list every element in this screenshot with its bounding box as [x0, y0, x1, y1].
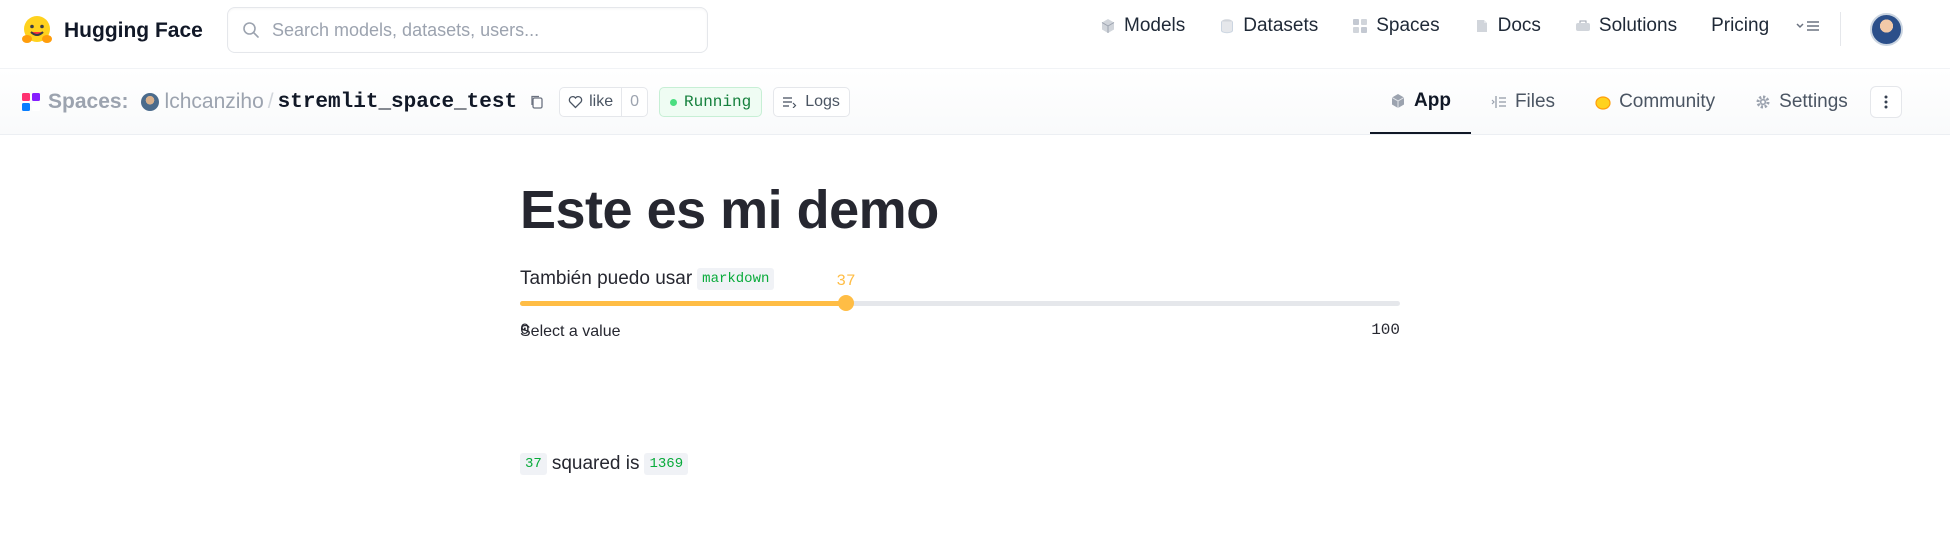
files-icon [1491, 95, 1506, 108]
like-button[interactable]: like 0 [559, 87, 648, 117]
nav-datasets[interactable]: Datasets [1219, 15, 1318, 37]
menu-chevron-list-icon [1796, 21, 1820, 31]
more-options-button[interactable] [1870, 86, 1902, 118]
heart-icon [568, 95, 583, 109]
slider-min-label: 0 [520, 321, 530, 339]
tab-files-label: Files [1514, 90, 1556, 112]
brand-name: Hugging Face [64, 19, 203, 42]
result-line: 37 squared is 1369 [520, 453, 689, 475]
nav-spaces[interactable]: Spaces [1352, 15, 1440, 37]
app-title: Este es mi demo [520, 180, 939, 240]
app-icon [1391, 93, 1405, 108]
owner-link[interactable]: lchcanziho [165, 90, 264, 114]
nav-divider [1840, 12, 1841, 46]
tab-community[interactable]: Community [1575, 69, 1735, 134]
like-label: like [589, 93, 614, 110]
nav-models-label: Models [1124, 15, 1186, 36]
nav-solutions[interactable]: Solutions [1575, 15, 1677, 37]
inline-code-markdown: markdown [697, 268, 775, 290]
logs-icon [783, 97, 797, 108]
tab-community-label: Community [1619, 90, 1716, 112]
vertical-dots-icon [1884, 95, 1888, 109]
brand-link[interactable]: Hugging Face [20, 14, 203, 48]
paragraph-text: También puedo usar [520, 268, 693, 289]
community-icon [1595, 95, 1611, 110]
solutions-icon [1575, 20, 1590, 31]
user-avatar[interactable] [1870, 13, 1903, 46]
slider-value-label: 37 [836, 272, 856, 290]
hugging-face-logo-icon [22, 16, 52, 43]
like-count: 0 [621, 88, 647, 116]
nav-models[interactable]: Models [1100, 15, 1185, 37]
logs-label: Logs [805, 93, 840, 110]
tab-app[interactable]: App [1370, 69, 1471, 134]
docs-icon [1476, 20, 1487, 32]
space-tabs: App Files Community Settings [1370, 69, 1868, 134]
slider-thumb[interactable] [838, 295, 854, 311]
datasets-icon [1221, 19, 1234, 34]
owner-avatar [140, 93, 159, 111]
breadcrumb: Spaces: lchcanziho / stremlit_space_test… [22, 87, 850, 117]
status-text: Running [684, 93, 752, 111]
spaces-icon [1353, 19, 1368, 33]
nav-docs[interactable]: Docs [1474, 15, 1541, 37]
logs-button[interactable]: Logs [773, 87, 850, 117]
slider-label: Select a value [520, 323, 621, 340]
nav-docs-label: Docs [1497, 15, 1541, 36]
slider-fill [520, 301, 846, 306]
top-navbar: Hugging Face Models Datasets Spaces Docs… [0, 0, 1950, 69]
main-nav: Models Datasets Spaces Docs Solutions Pr… [1100, 15, 1821, 37]
repo-name-link[interactable]: stremlit_space_test [278, 91, 517, 114]
search-icon [243, 22, 259, 38]
spaces-logo-icon [22, 93, 40, 111]
nav-solutions-label: Solutions [1598, 15, 1678, 36]
result-input-code: 37 [520, 453, 547, 475]
tab-app-label: App [1414, 89, 1451, 111]
models-icon [1101, 19, 1115, 33]
tab-files[interactable]: Files [1471, 69, 1575, 134]
tab-settings[interactable]: Settings [1735, 69, 1868, 134]
nav-spaces-label: Spaces [1376, 15, 1440, 36]
slider-max-label: 100 [1371, 321, 1400, 339]
search-input[interactable] [272, 19, 692, 41]
result-output-code: 1369 [644, 453, 689, 475]
markdown-paragraph: También puedo usar markdown [520, 268, 775, 290]
spaces-section-label: Spaces: [48, 90, 129, 113]
status-dot-icon [670, 98, 677, 106]
status-badge: Running [659, 87, 763, 117]
nav-datasets-label: Datasets [1243, 15, 1319, 36]
breadcrumb-separator: / [267, 90, 274, 113]
copy-icon[interactable] [529, 94, 545, 110]
tab-settings-label: Settings [1779, 90, 1848, 112]
nav-pricing-label: Pricing [1711, 15, 1770, 36]
result-text: squared is [551, 453, 640, 474]
settings-icon [1756, 95, 1770, 108]
nav-more-menu[interactable] [1795, 16, 1821, 36]
nav-pricing[interactable]: Pricing [1711, 15, 1769, 37]
search-box[interactable] [227, 7, 708, 53]
space-header: Spaces: lchcanziho / stremlit_space_test… [0, 69, 1950, 135]
